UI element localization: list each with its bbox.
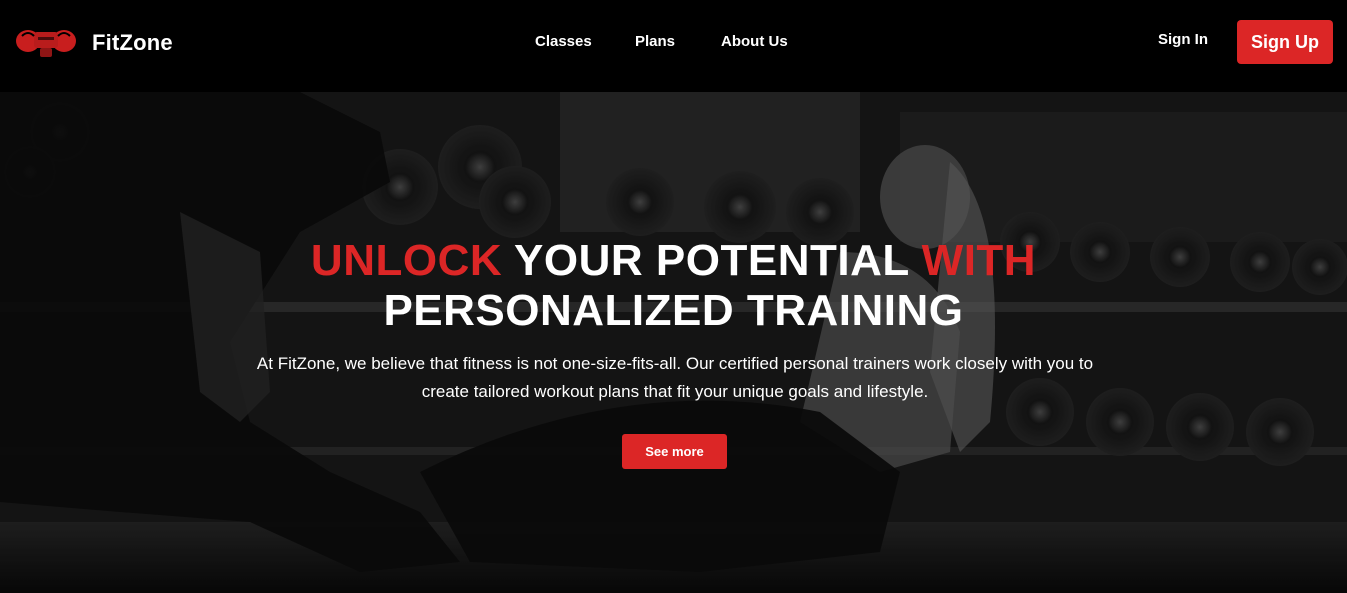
see-more-button[interactable]: See more (622, 434, 727, 469)
headline-line2: PERSONALIZED TRAINING (383, 286, 964, 335)
hero-overlay (0, 92, 1347, 593)
hero-description: At FitZone, we believe that fitness is n… (256, 354, 1094, 401)
nav-about-us[interactable]: About Us (721, 33, 788, 50)
nav-plans[interactable]: Plans (635, 33, 675, 50)
hero-headline: UNLOCK YOUR POTENTIAL WITH PERSONALIZED … (0, 236, 1347, 336)
headline-with: WITH (921, 236, 1037, 285)
main-nav: Classes Plans About Us (0, 33, 1347, 53)
headline-unlock: UNLOCK (310, 236, 503, 285)
site-header: FitZone Classes Plans About Us Sign In S… (0, 0, 1347, 92)
nav-classes[interactable]: Classes (535, 33, 592, 50)
sign-in-link[interactable]: Sign In (1158, 31, 1208, 48)
sign-up-button[interactable]: Sign Up (1237, 20, 1333, 64)
headline-your-potential: YOUR POTENTIAL (502, 236, 922, 285)
hero-section: UNLOCK YOUR POTENTIAL WITH PERSONALIZED … (0, 92, 1347, 593)
